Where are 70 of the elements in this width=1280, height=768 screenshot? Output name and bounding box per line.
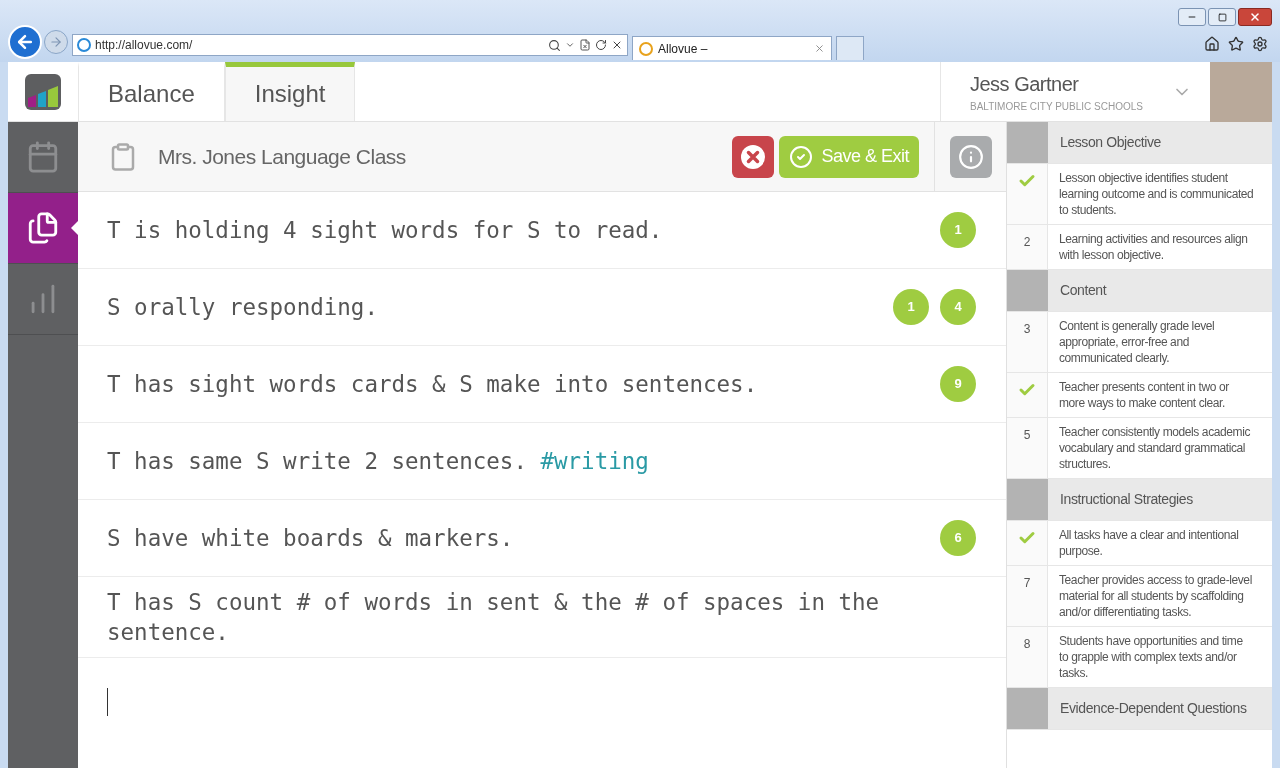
rubric-item-text[interactable]: Teacher presents content in two or more ways to make content clear. [1048, 373, 1272, 417]
discard-button[interactable] [732, 135, 775, 178]
section-heading[interactable]: Lesson Objective [1048, 122, 1272, 163]
url-text: http://allovue.com/ [95, 37, 194, 54]
class-title: Mrs. Jones Language Class [158, 143, 407, 170]
item-number: 8 [1023, 636, 1031, 653]
back-button[interactable] [8, 25, 42, 59]
rubric-item-text[interactable]: Lesson objective identifies student learning outcome and is communicated to students. [1048, 164, 1272, 224]
browser-logo-icon [639, 41, 653, 56]
user-organization: BALTIMORE CITY PUBLIC SCHOOLS [970, 100, 1144, 114]
note-text: S have white boards & markers. [107, 524, 515, 553]
note-text: T has S count # of words in sent & the # of spaces in the sentence. [107, 588, 881, 647]
stop-icon[interactable] [611, 39, 623, 51]
rubric-item-text[interactable]: Content is generally grade level appropriate, error-free and communicated clearly. [1048, 312, 1272, 372]
browser-logo-icon [77, 38, 91, 52]
app-logo [25, 73, 61, 110]
close-icon [1249, 11, 1261, 23]
refresh-icon[interactable] [595, 39, 607, 51]
item-number: 7 [1023, 575, 1031, 592]
star-icon[interactable] [1228, 36, 1244, 52]
count-badge: 4 [940, 289, 976, 325]
section-marker [1007, 122, 1048, 163]
info-button[interactable] [949, 135, 992, 178]
rubric-item-text[interactable]: Teacher provides access to grade-level material for all students by scaffolding and/or differentiating tasks. [1048, 566, 1272, 626]
compatibility-icon[interactable] [579, 39, 591, 51]
section-marker [1007, 479, 1048, 520]
item-number: 2 [1023, 234, 1031, 251]
section-heading[interactable]: Content [1048, 270, 1272, 311]
section-marker [1007, 270, 1048, 311]
sidebar-item[interactable] [8, 193, 78, 264]
rubric-item-text[interactable]: Students have opportunities and time to grapple with complex texts and/or tasks. [1048, 627, 1272, 687]
rubric-item-text[interactable]: Learning activities and resources align with lesson objective. [1048, 225, 1272, 269]
maximize-icon [1217, 12, 1227, 22]
rubric-item-text[interactable]: Teacher consistently models academic vocabulary and standard grammatical structures. [1048, 418, 1272, 478]
section-heading[interactable]: Evidence-Dependent Questions [1048, 688, 1272, 729]
section-heading[interactable]: Instructional Strategies [1048, 479, 1272, 520]
home-icon[interactable] [1204, 36, 1220, 52]
count-badge: 1 [893, 289, 929, 325]
close-icon [741, 144, 766, 169]
nav-tab[interactable]: Insight [224, 62, 356, 121]
browser-tab[interactable]: Allovue – [632, 36, 832, 60]
dropdown-icon[interactable] [565, 40, 575, 50]
search-icon[interactable] [548, 38, 561, 52]
calendar-icon [26, 140, 60, 174]
maximize-button[interactable] [1208, 8, 1236, 26]
note-text: T is holding 4 sight words for S to read. [107, 216, 664, 245]
count-badge: 9 [940, 366, 976, 402]
note-text: T has sight words cards & S make into sentences. [107, 370, 759, 399]
forward-arrow-icon [49, 35, 63, 49]
documents-icon [26, 211, 60, 245]
close-button[interactable] [1238, 8, 1272, 26]
note-text: S orally responding. [107, 293, 379, 322]
close-icon[interactable] [814, 43, 825, 54]
count-badge: 6 [940, 520, 976, 556]
nav-tab[interactable]: Balance [78, 62, 225, 121]
item-number: 3 [1023, 321, 1031, 338]
user-name: Jess Gartner [970, 72, 1080, 97]
item-number: 5 [1023, 427, 1031, 444]
minimize-button[interactable] [1178, 8, 1206, 26]
avatar-photo-placeholder [1210, 62, 1272, 122]
count-badge: 1 [940, 212, 976, 248]
section-marker [1007, 688, 1048, 729]
info-icon [957, 143, 984, 170]
address-bar[interactable]: http://allovue.com/ [72, 34, 628, 56]
pointer-triangle [71, 221, 78, 235]
tab-title: Allovue – [658, 40, 709, 58]
check-circle-icon [789, 144, 814, 169]
rubric-item-text[interactable]: All tasks have a clear and intentional purpose. [1048, 521, 1272, 565]
note-text: T has same S write 2 sentences. #writing [107, 447, 650, 476]
settings-icon[interactable] [1252, 36, 1268, 52]
